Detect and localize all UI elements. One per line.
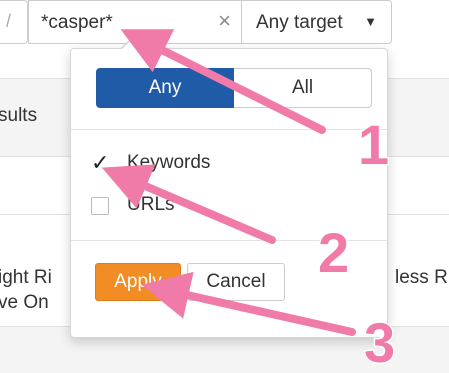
annotation-number-2: 2	[318, 221, 349, 284]
annotation-arrow-2	[101, 164, 276, 244]
annotation-number-3: 3	[364, 311, 395, 373]
annotation-arrow-3	[141, 271, 356, 336]
annotation-number-1: 1	[358, 113, 389, 176]
annotation-overlay: 1 2 3	[101, 29, 397, 373]
annotation-arrow-1	[120, 29, 326, 134]
